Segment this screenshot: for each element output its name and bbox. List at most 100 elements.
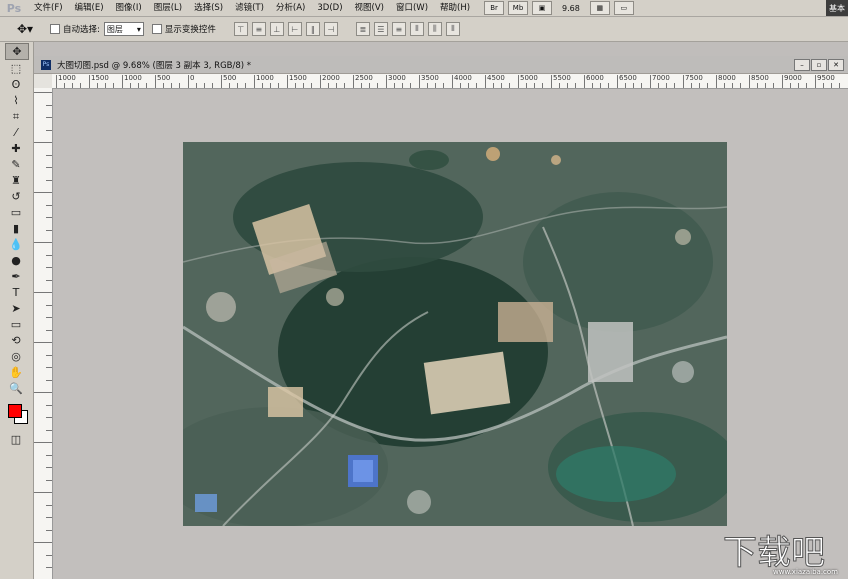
menu-item-4[interactable]: 选择(S)	[188, 0, 229, 16]
gradient-tool-icon[interactable]: ▮	[5, 221, 27, 236]
ruler-tick	[485, 75, 486, 88]
menu-item-10[interactable]: 帮助(H)	[434, 0, 476, 16]
ruler-label: 9500	[817, 74, 835, 82]
vertical-ruler-tick	[46, 179, 52, 181]
move-tool-preset[interactable]: ✥▾	[8, 20, 42, 38]
shape-tool-icon[interactable]: ▭	[5, 317, 27, 332]
auto-select-dropdown[interactable]: 图层 ▾	[103, 22, 144, 36]
menu-item-3[interactable]: 图层(L)	[148, 0, 188, 16]
3d-rotate-tool-icon[interactable]: ⟲	[5, 333, 27, 348]
ruler-minor-tick	[575, 83, 576, 88]
menu-item-7[interactable]: 3D(D)	[311, 0, 348, 16]
arrange-documents-button[interactable]: ▦	[589, 1, 610, 15]
marquee-tool-icon[interactable]: ⬚	[5, 61, 27, 76]
color-swatches[interactable]	[4, 402, 28, 424]
zoom-level[interactable]: 9.68	[556, 4, 586, 13]
foreground-color-swatch[interactable]	[8, 404, 22, 418]
ruler-minor-tick	[410, 83, 411, 88]
show-transform-checkbox[interactable]	[151, 24, 162, 34]
menu-item-5[interactable]: 滤镜(T)	[229, 0, 270, 16]
align-hcenter-icon[interactable]: ‖	[305, 22, 320, 36]
ruler-minor-tick	[732, 83, 733, 88]
blur-tool-icon[interactable]: 💧	[5, 237, 27, 252]
ruler-label: 500	[157, 74, 171, 82]
distribute-hcenter-icon[interactable]: ⫼	[427, 22, 442, 36]
document-tab[interactable]: Ps 大图切图.psd @ 9.68% (图层 3 副本 3, RGB/8) *…	[34, 56, 848, 74]
distribute-right-icon[interactable]: ⫴	[445, 22, 460, 36]
move-tool-icon[interactable]: ✥	[5, 43, 29, 60]
canvas-area[interactable]: 下载吧 www.xiazaiba.com	[53, 89, 848, 579]
menu-item-2[interactable]: 图像(I)	[110, 0, 148, 16]
eyedropper-tool-icon[interactable]: ⁄	[5, 125, 27, 140]
path-select-tool-icon[interactable]: ➤	[5, 301, 27, 316]
quick-mask-icon[interactable]: ◫	[5, 432, 27, 447]
ruler-minor-tick	[633, 83, 634, 88]
vertical-ruler-tick	[46, 117, 52, 118]
distribute-top-icon[interactable]: ≣	[355, 22, 370, 36]
align-bottom-icon[interactable]: ⊥	[269, 22, 284, 36]
eraser-tool-icon[interactable]: ▭	[5, 205, 27, 220]
bridge-button[interactable]: Br	[484, 1, 505, 15]
align-left-icon[interactable]: ⊢	[287, 22, 302, 36]
lasso-tool-icon[interactable]: ʘ	[5, 77, 27, 92]
menu-item-0[interactable]: 文件(F)	[28, 0, 69, 16]
ruler-label: 9000	[784, 74, 802, 82]
close-icon[interactable]: ✕	[828, 59, 844, 71]
3d-orbit-tool-icon[interactable]: ◎	[5, 349, 27, 364]
screen-mode-button[interactable]: ▭	[613, 1, 634, 15]
align-top-icon[interactable]: ⊤	[233, 22, 248, 36]
type-tool-icon[interactable]: T	[5, 285, 27, 300]
distribute-left-icon[interactable]: ⫴	[409, 22, 424, 36]
menu-item-9[interactable]: 窗口(W)	[390, 0, 434, 16]
ruler-origin[interactable]	[34, 74, 53, 89]
vertical-ruler-tick	[34, 292, 52, 293]
vertical-ruler-tick	[46, 217, 52, 218]
vertical-ruler-tick	[46, 204, 52, 206]
hand-tool-icon[interactable]: ✋	[5, 365, 27, 380]
ruler-label: 1000	[124, 74, 142, 82]
spot-heal-tool-icon[interactable]: ✚	[5, 141, 27, 156]
vertical-ruler-tick	[34, 142, 52, 143]
brush-tool-icon[interactable]: ✎	[5, 157, 27, 172]
workspace-switcher[interactable]: 基本	[826, 0, 848, 16]
menu-item-8[interactable]: 视图(V)	[349, 0, 390, 16]
zoom-tool-icon[interactable]: 🔍	[5, 381, 27, 396]
clone-stamp-tool-icon[interactable]: ♜	[5, 173, 27, 188]
aerial-photo-layer[interactable]	[183, 142, 727, 526]
ruler-label: 1000	[58, 74, 76, 82]
dodge-tool-icon[interactable]: ●	[5, 253, 27, 268]
ruler-tick	[584, 75, 585, 88]
vertical-ruler[interactable]	[34, 88, 53, 579]
ruler-minor-tick	[740, 83, 741, 88]
ruler-minor-tick	[270, 83, 271, 88]
distribute-bottom-icon[interactable]: ≡	[391, 22, 406, 36]
mini-bridge-button[interactable]: Mb	[508, 1, 529, 15]
minimize-icon[interactable]: –	[794, 59, 810, 71]
ruler-minor-tick	[468, 83, 469, 88]
vertical-ruler-tick	[46, 279, 52, 281]
view-extras-button[interactable]: ▣	[532, 1, 553, 15]
ruler-minor-tick	[336, 83, 337, 88]
restore-icon[interactable]: ▫	[811, 59, 827, 71]
ruler-minor-tick	[295, 83, 296, 88]
horizontal-ruler[interactable]: 1000 1500 1000 500 0 500 1000 1500 2000 2500 3000 3…	[52, 74, 848, 89]
quick-select-tool-icon[interactable]: ⌇	[5, 93, 27, 108]
ruler-minor-tick	[212, 83, 213, 88]
menu-item-1[interactable]: 编辑(E)	[69, 0, 110, 16]
menu-item-6[interactable]: 分析(A)	[270, 0, 311, 16]
pen-tool-icon[interactable]: ✒	[5, 269, 27, 284]
ruler-minor-tick	[204, 83, 205, 88]
ruler-minor-tick	[476, 83, 477, 88]
ruler-tick	[452, 75, 453, 88]
auto-select-checkbox[interactable]	[50, 24, 60, 34]
ruler-minor-tick	[790, 83, 791, 88]
crop-tool-icon[interactable]: ⌗	[5, 109, 27, 124]
options-bar: ✥▾ 自动选择: 图层 ▾ 显示变换控件 ⊤ ≡ ⊥ ⊢ ‖ ⊣ ≣ ☰ ≡ ⫴…	[0, 17, 848, 42]
ruler-minor-tick	[361, 83, 362, 88]
align-vcenter-icon[interactable]: ≡	[251, 22, 266, 36]
vertical-ruler-tick	[46, 129, 52, 131]
distribute-vcenter-icon[interactable]: ☰	[373, 22, 388, 36]
history-brush-tool-icon[interactable]: ↺	[5, 189, 27, 204]
ruler-minor-tick	[526, 83, 527, 88]
align-right-icon[interactable]: ⊣	[323, 22, 338, 36]
